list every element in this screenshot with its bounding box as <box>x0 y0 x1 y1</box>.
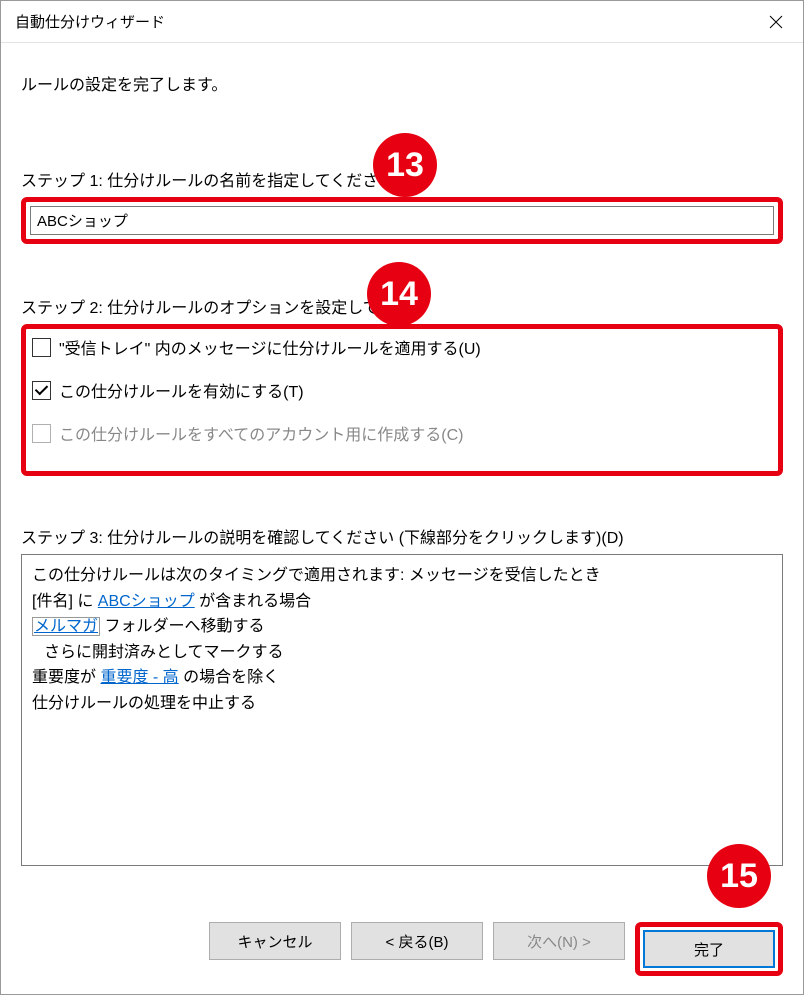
rule-name-input[interactable] <box>30 206 774 235</box>
checkbox-enable-rule[interactable] <box>32 381 51 400</box>
highlight-box-14: "受信トレイ" 内のメッセージに仕分けルールを適用する(U) この仕分けルールを… <box>21 324 783 476</box>
step1-row: 13 <box>21 197 783 244</box>
auto-rules-wizard-dialog: 自動仕分けウィザード ルールの設定を完了します。 ステップ 1: 仕分けルールの… <box>0 0 804 995</box>
checkbox-row-apply-inbox[interactable]: "受信トレイ" 内のメッセージに仕分けルールを適用する(U) <box>32 335 772 359</box>
intro-text: ルールの設定を完了します。 <box>21 71 783 95</box>
annotation-13: 13 <box>373 133 437 197</box>
desc-line: さらに開封済みとしてマークする <box>44 640 772 666</box>
checkbox-row-all-accounts: この仕分けルールをすべてのアカウント用に作成する(C) <box>32 421 772 445</box>
checkbox-label: この仕分けルールを有効にする(T) <box>59 378 304 402</box>
checkbox-label: この仕分けルールをすべてのアカウント用に作成する(C) <box>59 421 463 445</box>
desc-line: [件名] に ABCショップ が含まれる場合 <box>32 589 772 615</box>
back-button[interactable]: < 戻る(B) <box>351 922 483 960</box>
checkbox-apply-inbox[interactable] <box>32 338 51 357</box>
close-button[interactable] <box>753 7 799 37</box>
desc-line: メルマガ フォルダーへ移動する <box>32 614 772 640</box>
finish-button[interactable]: 完了 <box>643 930 775 968</box>
annotation-14: 14 <box>367 262 431 326</box>
subject-link[interactable]: ABCショップ <box>98 593 195 610</box>
dialog-content: ルールの設定を完了します。 ステップ 1: 仕分けルールの名前を指定してください… <box>1 43 803 994</box>
button-row: 15 キャンセル < 戻る(B) 次へ(N) > 完了 <box>21 910 783 976</box>
desc-line: 重要度が 重要度 - 高 の場合を除く <box>32 665 772 691</box>
highlight-box-13 <box>21 197 783 244</box>
desc-line: 仕分けルールの処理を中止する <box>32 691 772 717</box>
importance-link[interactable]: 重要度 - 高 <box>100 669 178 686</box>
checkbox-label: "受信トレイ" 内のメッセージに仕分けルールを適用する(U) <box>59 335 481 359</box>
desc-line: この仕分けルールは次のタイミングで適用されます: メッセージを受信したとき <box>32 563 772 589</box>
step2-row: 14 "受信トレイ" 内のメッセージに仕分けルールを適用する(U) この仕分けル… <box>21 324 783 476</box>
highlight-box-15: 完了 <box>635 922 783 976</box>
folder-link[interactable]: メルマガ <box>32 617 100 636</box>
checkbox-row-enable-rule[interactable]: この仕分けルールを有効にする(T) <box>32 378 772 402</box>
close-icon <box>769 15 783 29</box>
titlebar-title: 自動仕分けウィザード <box>15 11 165 32</box>
step3-label: ステップ 3: 仕分けルールの説明を確認してください (下線部分をクリックします… <box>21 524 783 548</box>
annotation-15: 15 <box>707 844 771 908</box>
cancel-button[interactable]: キャンセル <box>209 922 341 960</box>
titlebar: 自動仕分けウィザード <box>1 1 803 43</box>
rule-description-box: この仕分けルールは次のタイミングで適用されます: メッセージを受信したとき [件… <box>21 554 783 866</box>
checkbox-all-accounts <box>32 424 51 443</box>
next-button: 次へ(N) > <box>493 922 625 960</box>
